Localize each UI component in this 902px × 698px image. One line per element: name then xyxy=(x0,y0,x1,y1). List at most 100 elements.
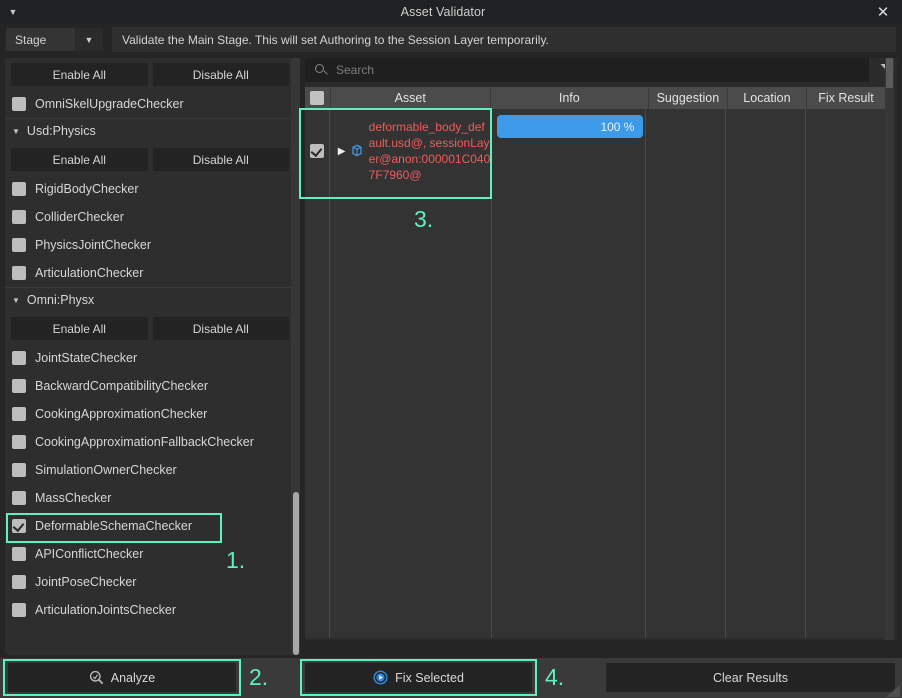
column-header-info[interactable]: Info xyxy=(490,87,648,109)
asset-validator-window: ▼ Asset Validator ✕ Stage ▼ Validate the… xyxy=(0,0,902,698)
enable-all-button-usd-physics[interactable]: Enable All xyxy=(11,148,148,171)
checker-item-omniskelupgradechecker[interactable]: OmniSkelUpgradeChecker xyxy=(5,90,295,118)
checker-label: JointStateChecker xyxy=(35,351,137,365)
resize-handle[interactable] xyxy=(886,685,900,697)
checker-item-jointstatechecker[interactable]: JointStateChecker xyxy=(5,344,295,372)
global-enable-disable-row: Enable All Disable All xyxy=(5,58,295,90)
table-row[interactable]: ▶ deformable_body_default.usd@, sessionL… xyxy=(305,109,885,193)
checkbox[interactable] xyxy=(12,435,26,449)
checkbox[interactable] xyxy=(12,407,26,421)
window-menu-caret-icon[interactable]: ▼ xyxy=(0,0,26,24)
disable-all-button-usd-physics[interactable]: Disable All xyxy=(153,148,290,171)
results-table-body: ▶ deformable_body_default.usd@, sessionL… xyxy=(305,109,885,638)
fix-selected-button[interactable]: Fix Selected xyxy=(305,663,532,692)
chevron-down-icon[interactable]: ▼ xyxy=(75,28,103,51)
location-cell xyxy=(727,109,806,193)
results-panel: Search Asset Info Suggestion Location Fi… xyxy=(305,58,897,640)
checkbox[interactable] xyxy=(12,266,26,280)
column-header-asset[interactable]: Asset xyxy=(330,87,490,109)
checkbox[interactable] xyxy=(12,182,26,196)
triangle-right-icon[interactable]: ▶ xyxy=(335,146,349,157)
checkbox[interactable] xyxy=(12,238,26,252)
asset-path-label: deformable_body_default.usd@, sessionLay… xyxy=(369,119,491,183)
title-bar: ▼ Asset Validator ✕ xyxy=(0,0,902,24)
checker-label: APIConflictChecker xyxy=(35,547,143,561)
checker-item-rigidbodychecker[interactable]: RigidBodyChecker xyxy=(5,175,295,203)
checker-label: OmniSkelUpgradeChecker xyxy=(35,97,184,111)
checker-item-masschecker[interactable]: MassChecker xyxy=(5,484,295,512)
group-header-omni-physx[interactable]: ▼ Omni:Physx xyxy=(5,287,295,312)
checker-item-physicsjointchecker[interactable]: PhysicsJointChecker xyxy=(5,231,295,259)
enable-all-button-omni-physx[interactable]: Enable All xyxy=(11,317,148,340)
column-header-fix-result[interactable]: Fix Result xyxy=(806,87,885,109)
play-circle-icon xyxy=(373,670,388,685)
fix-result-cell xyxy=(806,109,885,193)
checkbox[interactable] xyxy=(12,210,26,224)
checker-label: RigidBodyChecker xyxy=(35,182,139,196)
close-icon[interactable]: ✕ xyxy=(864,0,902,24)
checker-label: MassChecker xyxy=(35,491,111,505)
checkers-panel: Enable All Disable All OmniSkelUpgradeCh… xyxy=(5,58,295,655)
column-header-location[interactable]: Location xyxy=(727,87,806,109)
triangle-down-icon[interactable]: ▼ xyxy=(12,296,20,305)
checker-item-colliderchecker[interactable]: ColliderChecker xyxy=(5,203,295,231)
validation-notice: Validate the Main Stage. This will set A… xyxy=(112,27,896,52)
checker-item-backwardcompatibilitychecker[interactable]: BackwardCompatibilityChecker xyxy=(5,372,295,400)
checker-label: ArticulationChecker xyxy=(35,266,143,280)
checker-item-articulationchecker[interactable]: ArticulationChecker xyxy=(5,259,295,287)
disable-all-button-global[interactable]: Disable All xyxy=(153,63,290,86)
checkers-panel-scrollbar-thumb[interactable] xyxy=(293,492,299,655)
annotation-3: 3. xyxy=(414,206,433,233)
annotation-4: 4. xyxy=(545,664,564,691)
triangle-down-icon[interactable]: ▼ xyxy=(12,127,20,136)
checkbox[interactable] xyxy=(12,379,26,393)
row-select-cell[interactable] xyxy=(305,109,330,193)
checkbox[interactable] xyxy=(12,547,26,561)
clear-results-button[interactable]: Clear Results xyxy=(606,663,895,692)
checker-label: BackwardCompatibilityChecker xyxy=(35,379,208,393)
checker-label: PhysicsJointChecker xyxy=(35,238,151,252)
analyze-button[interactable]: Analyze xyxy=(8,663,236,692)
info-cell: 100 % xyxy=(491,109,649,193)
select-all-cell[interactable] xyxy=(305,91,330,105)
enable-all-button-global[interactable]: Enable All xyxy=(11,63,148,86)
group-enable-disable-row-usd-physics: Enable All Disable All xyxy=(5,143,295,175)
checkbox[interactable] xyxy=(310,91,324,105)
checkbox[interactable] xyxy=(12,97,26,111)
checker-label: ArticulationJointsChecker xyxy=(35,603,176,617)
group-header-usd-physics[interactable]: ▼ Usd:Physics xyxy=(5,118,295,143)
column-header-suggestion[interactable]: Suggestion xyxy=(648,87,727,109)
checker-item-deformableschemachecker[interactable]: DeformableSchemaChecker xyxy=(5,512,295,540)
checker-item-jointposechecker[interactable]: JointPoseChecker xyxy=(5,568,295,596)
annotation-1: 1. xyxy=(226,547,245,574)
checkbox[interactable] xyxy=(12,351,26,365)
checker-item-simulationownerchecker[interactable]: SimulationOwnerChecker xyxy=(5,456,295,484)
suggestion-cell xyxy=(648,109,727,193)
checker-label: CookingApproximationChecker xyxy=(35,407,207,421)
checker-label: ColliderChecker xyxy=(35,210,124,224)
stage-selector[interactable]: Stage ▼ xyxy=(6,28,103,51)
checker-item-cookingapproximationchecker[interactable]: CookingApproximationChecker xyxy=(5,400,295,428)
checker-item-cookingapproximationfallbackchecker[interactable]: CookingApproximationFallbackChecker xyxy=(5,428,295,456)
checker-item-articulationjointschecker[interactable]: ArticulationJointsChecker xyxy=(5,596,295,624)
annotation-2: 2. xyxy=(249,664,268,691)
checker-label: DeformableSchemaChecker xyxy=(35,519,192,533)
disable-all-button-omni-physx[interactable]: Disable All xyxy=(153,317,290,340)
checkbox[interactable] xyxy=(12,603,26,617)
checkbox[interactable] xyxy=(12,575,26,589)
group-enable-disable-row-omni-physx: Enable All Disable All xyxy=(5,312,295,344)
usd-layer-icon xyxy=(349,144,365,158)
search-input[interactable]: Search xyxy=(305,58,869,82)
progress-bar: 100 % xyxy=(497,115,644,138)
checker-item-apiconflictchecker[interactable]: APIConflictChecker xyxy=(5,540,295,568)
checker-label: SimulationOwnerChecker xyxy=(35,463,177,477)
checkbox[interactable] xyxy=(12,463,26,477)
stage-selector-value: Stage xyxy=(6,33,75,47)
asset-cell[interactable]: ▶ deformable_body_default.usd@, sessionL… xyxy=(330,109,491,193)
checkbox[interactable] xyxy=(310,144,324,158)
checkbox[interactable] xyxy=(12,491,26,505)
results-scrollbar-thumb[interactable] xyxy=(886,58,893,88)
results-scrollbar-track[interactable] xyxy=(885,58,894,640)
checkbox[interactable] xyxy=(12,519,26,533)
results-table-header: Asset Info Suggestion Location Fix Resul… xyxy=(305,87,885,109)
